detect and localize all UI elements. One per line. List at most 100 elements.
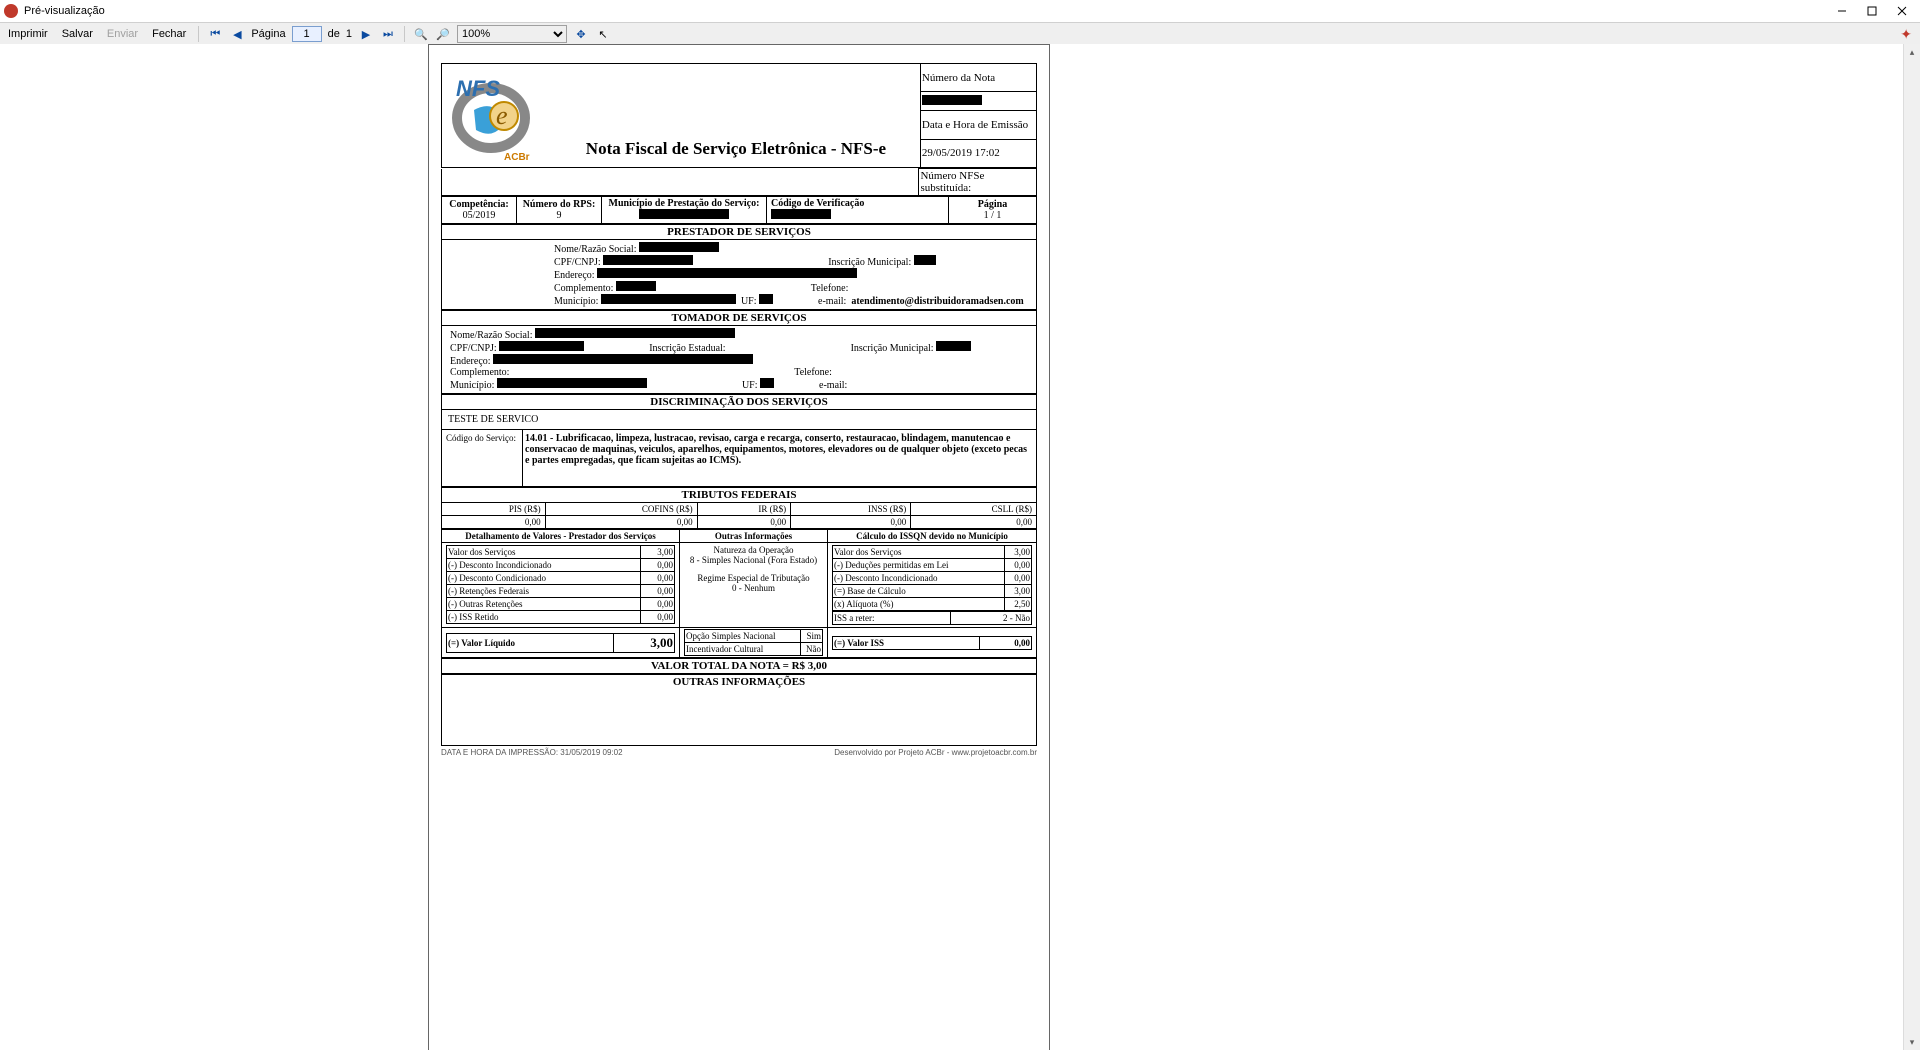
tom-razao-lbl: Nome/Razão Social: bbox=[450, 330, 532, 341]
zoom-out-icon[interactable]: 🔎 bbox=[435, 26, 451, 42]
det-row-value: 0,00 bbox=[640, 585, 674, 598]
tomador-block: TOMADOR DE SERVIÇOS Nome/Razão Social: C… bbox=[441, 310, 1037, 394]
save-button[interactable]: Salvar bbox=[58, 27, 97, 41]
zoom-select[interactable]: 100% bbox=[457, 25, 567, 43]
print-button[interactable]: Imprimir bbox=[4, 27, 52, 41]
prest-uf-lbl: UF: bbox=[741, 296, 757, 307]
det-row-value: 2,50 bbox=[1004, 598, 1031, 611]
tomador-title: TOMADOR DE SERVIÇOS bbox=[442, 311, 1037, 326]
tributos-title: TRIBUTOS FEDERAIS bbox=[442, 488, 1037, 503]
detalhamento-block: Detalhamento de Valores - Prestador dos … bbox=[441, 529, 1037, 658]
pis-lbl: PIS (R$) bbox=[442, 503, 546, 516]
tom-ie-lbl: Inscrição Estadual: bbox=[649, 343, 725, 354]
ir-lbl: IR (R$) bbox=[697, 503, 790, 516]
total-label: VALOR TOTAL DA NOTA = R$ 3,00 bbox=[442, 659, 1037, 674]
prestador-title: PRESTADOR DE SERVIÇOS bbox=[442, 225, 1037, 240]
send-button[interactable]: Enviar bbox=[103, 27, 142, 41]
scroll-up-icon[interactable]: ▴ bbox=[1904, 44, 1920, 60]
data-emissao-value: 29/05/2019 17:02 bbox=[920, 139, 1036, 167]
pagina-label: Página bbox=[978, 199, 1007, 210]
window-title: Pré-visualização bbox=[24, 5, 105, 17]
svg-text:ACBr: ACBr bbox=[504, 152, 530, 163]
codver-value bbox=[771, 209, 831, 219]
total-block: VALOR TOTAL DA NOTA = R$ 3,00 bbox=[441, 658, 1037, 674]
municipio-prest-label: Município de Prestação do Serviço: bbox=[609, 198, 760, 209]
last-page-icon[interactable]: ⏭ bbox=[380, 26, 396, 42]
separator bbox=[198, 26, 199, 42]
rps-label: Número do RPS: bbox=[523, 199, 596, 210]
tributos-block: TRIBUTOS FEDERAIS PIS (R$) COFINS (R$) I… bbox=[441, 487, 1037, 529]
det-col2-title: Outras Informações bbox=[680, 530, 828, 543]
workspace: NFS e ACBr Nota Fiscal de Serviço Eletrô… bbox=[0, 44, 1920, 1050]
tom-email-lbl: e-mail: bbox=[819, 380, 847, 391]
competencia-label: Competência: bbox=[449, 199, 508, 210]
pointer-tool-icon[interactable]: ↖ bbox=[595, 26, 611, 42]
det-row-label: (x) Alíquota (%) bbox=[833, 598, 1005, 611]
numero-nota-value bbox=[920, 92, 1036, 111]
maximize-button[interactable] bbox=[1858, 2, 1886, 20]
cod-servico-txt: 14.01 - Lubrificacao, limpeza, lustracao… bbox=[523, 430, 1037, 487]
move-tool-icon[interactable]: ✥ bbox=[573, 26, 589, 42]
inss-val: 0,00 bbox=[791, 516, 911, 529]
det-row-value: 0,00 bbox=[1004, 559, 1031, 572]
valor-liquido-lbl: (=) Valor Líquido bbox=[447, 633, 614, 652]
cofins-val: 0,00 bbox=[545, 516, 697, 529]
zoom-in-icon[interactable]: 🔍 bbox=[413, 26, 429, 42]
det-row-label: (-) ISS Retido bbox=[447, 611, 641, 624]
det-col1-table: Valor dos Serviços3,00(-) Desconto Incon… bbox=[446, 545, 675, 624]
valor-iss-val: 0,00 bbox=[979, 636, 1031, 649]
det-row-value: 0,00 bbox=[1004, 572, 1031, 585]
det-row-value: 0,00 bbox=[640, 611, 674, 624]
close-button[interactable]: Fechar bbox=[148, 27, 190, 41]
opc-simples-lbl: Opção Simples Nacional bbox=[685, 630, 801, 643]
det-row-value: 3,00 bbox=[1004, 546, 1031, 559]
det-iss-lbl: ISS a reter: bbox=[833, 612, 951, 625]
prest-mun-lbl: Município: bbox=[554, 296, 598, 307]
det-row-label: (-) Desconto Incondicionado bbox=[833, 572, 1005, 585]
det-row-value: 0,00 bbox=[640, 572, 674, 585]
prest-end-lbl: Endereço: bbox=[554, 270, 595, 281]
det-row-value: 3,00 bbox=[640, 546, 674, 559]
det-row-label: Valor dos Serviços bbox=[447, 546, 641, 559]
info-row: Competência:05/2019 Número do RPS:9 Muni… bbox=[441, 196, 1037, 224]
tom-uf-lbl: UF: bbox=[742, 380, 758, 391]
tom-cpf-lbl: CPF/CNPJ: bbox=[450, 343, 497, 354]
det-iss-val: 2 - Não bbox=[950, 612, 1031, 625]
prev-page-icon[interactable]: ◀ bbox=[229, 26, 245, 42]
close-window-button[interactable] bbox=[1888, 2, 1916, 20]
footer-left: DATA E HORA DA IMPRESSÃO: 31/05/2019 09:… bbox=[441, 748, 623, 757]
page-footer: DATA E HORA DA IMPRESSÃO: 31/05/2019 09:… bbox=[441, 748, 1037, 757]
prest-email-lbl: e-mail: bbox=[818, 296, 846, 307]
header-block: NFS e ACBr Nota Fiscal de Serviço Eletrô… bbox=[441, 63, 1037, 168]
document-title: Nota Fiscal de Serviço Eletrônica - NFS-… bbox=[556, 139, 916, 163]
minimize-button[interactable] bbox=[1828, 2, 1856, 20]
svg-text:e: e bbox=[496, 101, 508, 130]
scroll-down-icon[interactable]: ▾ bbox=[1904, 1034, 1920, 1050]
det-row-label: (=) Base de Cálculo bbox=[833, 585, 1005, 598]
separator bbox=[404, 26, 405, 42]
rps-value: 9 bbox=[557, 210, 562, 221]
prest-email-value: atendimento@distribuidoramadsen.com bbox=[851, 296, 1023, 307]
page-of: de bbox=[328, 28, 340, 40]
codver-label: Código de Verificação bbox=[771, 198, 864, 209]
toolbar: Imprimir Salvar Enviar Fechar ⏮ ◀ Página… bbox=[0, 23, 1920, 46]
subst-label: Número NFSe substituída: bbox=[919, 169, 1037, 196]
ir-val: 0,00 bbox=[697, 516, 790, 529]
prest-compl-lbl: Complemento: bbox=[554, 283, 613, 294]
valor-liquido-val: 3,00 bbox=[613, 633, 674, 652]
prest-tel-lbl: Telefone: bbox=[811, 283, 849, 294]
tom-compl-lbl: Complemento: bbox=[450, 367, 509, 378]
competencia-value: 05/2019 bbox=[463, 210, 496, 221]
discriminacao-title: DISCRIMINAÇÃO DOS SERVIÇOS bbox=[442, 395, 1037, 410]
next-page-icon[interactable]: ▶ bbox=[358, 26, 374, 42]
discriminacao-block: DISCRIMINAÇÃO DOS SERVIÇOS TESTE DE SERV… bbox=[441, 394, 1037, 487]
cofins-lbl: COFINS (R$) bbox=[545, 503, 697, 516]
det-col3-title: Cálculo do ISSQN devido no Município bbox=[828, 530, 1037, 543]
csll-lbl: CSLL (R$) bbox=[911, 503, 1037, 516]
svg-text:NFS: NFS bbox=[456, 76, 500, 101]
first-page-icon[interactable]: ⏮ bbox=[207, 26, 223, 42]
det-row-label: (-) Desconto Condicionado bbox=[447, 572, 641, 585]
vertical-scrollbar[interactable]: ▴ ▾ bbox=[1903, 44, 1920, 1050]
prest-im-lbl: Inscrição Municipal: bbox=[828, 257, 911, 268]
page-input[interactable] bbox=[292, 26, 322, 42]
